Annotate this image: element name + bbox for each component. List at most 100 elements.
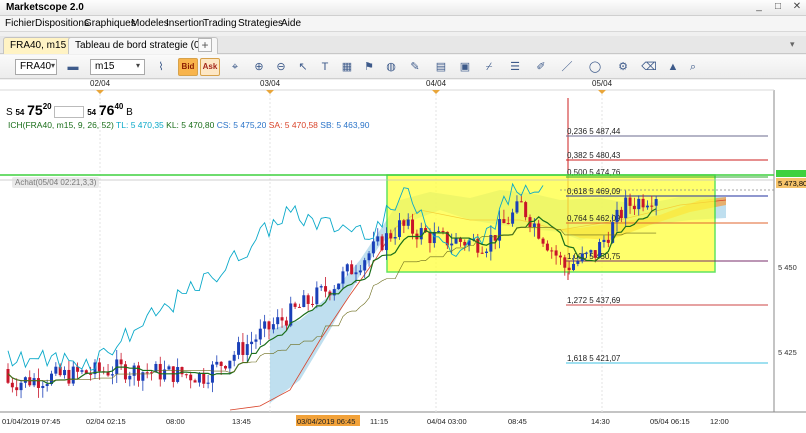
zoom-out-icon[interactable]: ⊖ [272, 58, 290, 76]
close-window-button[interactable]: ✕ [790, 1, 804, 13]
ruler-icon[interactable]: ✎ [406, 58, 424, 76]
candle-body [532, 223, 536, 228]
candle-body [45, 384, 49, 386]
top-date-label: 03/04 [260, 80, 281, 88]
pen-icon[interactable]: ✐ [532, 58, 550, 76]
candle-body [567, 267, 571, 271]
candle-body [110, 374, 114, 376]
time-axis-label: 05/04 06:15 [650, 417, 690, 426]
candle-body [576, 261, 580, 264]
zoom-in-icon[interactable]: ⊕ [250, 58, 268, 76]
maximize-button[interactable]: □ [771, 1, 785, 13]
price-tick-label: 5 450 [778, 263, 797, 272]
chart-type-icon[interactable]: ⌇ [152, 58, 170, 76]
candle-body [524, 202, 528, 218]
menu-trading[interactable]: Trading [203, 18, 237, 29]
candle-body [628, 197, 632, 206]
candle-body [41, 385, 45, 388]
menu-graphiques[interactable]: Graphiques [84, 18, 136, 29]
candle-body [485, 251, 488, 253]
sell-price[interactable]: 75 [27, 102, 43, 118]
candle-body [641, 198, 645, 208]
top-date-label: 04/04 [426, 80, 447, 88]
candle-body [437, 231, 441, 233]
candle-body [593, 250, 597, 258]
ichimoku-name: ICH(FRA40, m15, 9, 26, 52) [8, 120, 114, 130]
candle-body [80, 370, 84, 372]
candle-body [193, 380, 197, 383]
minimize-button[interactable]: _ [752, 1, 766, 13]
time-axis-label: 11:15 [370, 417, 388, 426]
candle-body [615, 209, 619, 223]
candle-body [506, 223, 510, 225]
candle-body [237, 342, 241, 355]
settings-icon[interactable]: ⚙ [614, 58, 632, 76]
price-chart[interactable]: 02/04 03/04 04/04 05/04 0,236 5 487,44 0,382 … [0, 80, 806, 433]
candle-body [376, 236, 380, 242]
objects-icon[interactable]: ⚑ [360, 58, 378, 76]
candle-body [32, 378, 36, 386]
candle-body [67, 369, 71, 384]
candle-body [23, 377, 27, 383]
menu-fichier[interactable]: Fichier [5, 18, 35, 29]
search-icon[interactable]: ⌕ [684, 58, 702, 76]
add-tab-button[interactable]: + [198, 38, 212, 52]
time-axis-label: 02/04 02:15 [86, 417, 126, 426]
chart-canvas: 02/04 03/04 04/04 05/04 0,236 5 487,44 0,382 … [0, 80, 806, 433]
indicator-icon[interactable]: ▦ [338, 58, 356, 76]
candle-body [537, 223, 541, 239]
line-style-icon[interactable]: ☰ [506, 58, 524, 76]
lock-icon[interactable]: ▲ [664, 58, 682, 76]
eraser-icon[interactable]: ⌫ [640, 58, 658, 76]
candle-body [189, 374, 193, 381]
text-icon[interactable]: T [316, 58, 334, 76]
buy-pips: 40 [114, 102, 124, 111]
menu-dispositions[interactable]: Dispositions [35, 18, 89, 29]
candle-body [454, 238, 458, 244]
amount-field[interactable] [54, 106, 85, 119]
achat-order-label[interactable]: Achat(05/04 02:21,3,3) [12, 177, 100, 188]
chevron-down-icon[interactable]: ▾ [51, 61, 55, 70]
menu-strategies[interactable]: Strategies [238, 18, 283, 29]
candle-body [598, 242, 602, 258]
trend-icon[interactable]: ⌿ [480, 58, 498, 76]
fib-level-label: 0,382 5 480,43 [567, 151, 621, 160]
candle-body [311, 303, 314, 305]
menu-modeles[interactable]: Modeles [131, 18, 169, 29]
menu-insertion[interactable]: Insertion [166, 18, 204, 29]
crosshair-icon[interactable]: ⌖ [226, 58, 244, 76]
candle-body [202, 372, 206, 384]
menu-aide[interactable]: Aide [281, 18, 301, 29]
tab-menu-icon[interactable]: ▾ [790, 39, 795, 50]
shape-icon[interactable]: ◯ [586, 58, 604, 76]
candle-body [619, 209, 623, 219]
candle-body [337, 283, 341, 290]
chevron-down-icon[interactable]: ▾ [136, 61, 140, 70]
tab-strategy-dashboard[interactable]: Tableau de bord strategie (0/0) [68, 37, 219, 54]
arrow-icon[interactable]: ↖ [294, 58, 312, 76]
fib-level-label: 1,618 5 421,07 [567, 354, 621, 363]
candle-body [358, 270, 362, 273]
calendar-icon[interactable]: ▤ [432, 58, 450, 76]
buy-price[interactable]: 76 [99, 102, 115, 118]
top-date-label: 02/04 [90, 80, 111, 88]
candle-body [393, 237, 397, 239]
candle-body [176, 367, 180, 382]
chart-style-icon[interactable]: ▬ [64, 58, 82, 76]
candle-body [63, 369, 67, 376]
color-icon[interactable]: ／ [558, 58, 576, 76]
candle-body [89, 373, 93, 375]
candle-body [163, 369, 167, 380]
candle-body [654, 199, 658, 206]
candle-body [624, 197, 628, 219]
candle-body [263, 321, 267, 329]
candle-body [10, 382, 14, 388]
window-title: Marketscope 2.0 [6, 2, 84, 13]
bid-button[interactable]: Bid [178, 58, 198, 76]
candle-body [550, 250, 554, 252]
globe-icon[interactable]: ◍ [382, 58, 400, 76]
candle-body [450, 243, 454, 246]
trade-icon[interactable]: ▣ [456, 58, 474, 76]
chart-toolbar: FRA40 ▾ ▬ m15 ▾ ⌇ Bid Ask ⌖ ⊕ ⊖ ↖ T ▦ ⚑ … [0, 55, 806, 79]
ask-button[interactable]: Ask [200, 58, 220, 76]
